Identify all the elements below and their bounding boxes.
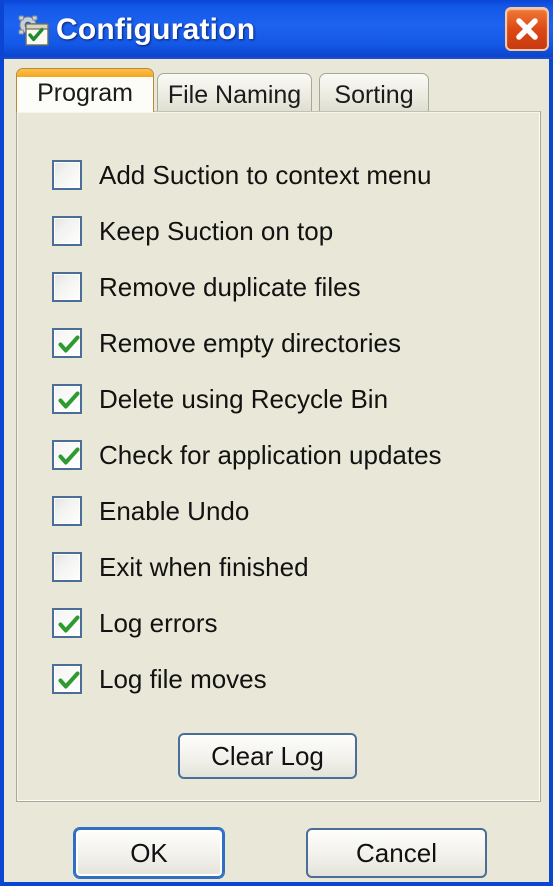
tab-program[interactable]: Program — [16, 68, 154, 112]
checkbox-label: Add Suction to context menu — [99, 159, 432, 190]
checkbox-row[interactable]: Check for application updates — [52, 427, 502, 483]
tab-file-naming-label: File Naming — [167, 81, 302, 109]
checkbox-label: Log file moves — [99, 663, 267, 694]
checkbox-label: Remove empty directories — [99, 327, 401, 358]
program-tab-panel: Add Suction to context menu Keep Suction … — [16, 111, 541, 802]
checkbox-unchecked-icon[interactable] — [52, 160, 82, 190]
checkbox-unchecked-icon[interactable] — [52, 216, 82, 246]
checkbox-label: Enable Undo — [99, 495, 250, 526]
checkbox-checked-icon[interactable] — [52, 384, 82, 414]
options-checkbox-list: Add Suction to context menu Keep Suction … — [52, 147, 502, 707]
checkbox-row[interactable]: Log errors — [52, 595, 502, 651]
checkbox-row[interactable]: Remove empty directories — [52, 315, 502, 371]
cancel-button[interactable]: Cancel — [306, 828, 487, 878]
checkbox-row[interactable]: Keep Suction on top — [52, 203, 502, 259]
ok-button[interactable]: OK — [74, 828, 224, 878]
gear-checklist-icon — [14, 12, 50, 48]
window-title: Configuration — [56, 13, 256, 46]
close-icon — [516, 18, 538, 40]
checkbox-label: Log errors — [99, 607, 218, 638]
checkbox-label: Delete using Recycle Bin — [99, 383, 389, 414]
title-bar: Configuration — [4, 0, 553, 59]
tab-sorting[interactable]: Sorting — [319, 73, 429, 112]
checkbox-label: Exit when finished — [99, 551, 309, 582]
tab-strip: Program File Naming Sorting — [16, 68, 541, 112]
checkbox-row[interactable]: Remove duplicate files — [52, 259, 502, 315]
checkbox-checked-icon[interactable] — [52, 440, 82, 470]
checkbox-row[interactable]: Enable Undo — [52, 483, 502, 539]
checkbox-checked-icon[interactable] — [52, 328, 82, 358]
clear-log-button[interactable]: Clear Log — [178, 733, 357, 779]
configuration-dialog: Configuration Program File Naming Sortin… — [0, 0, 553, 886]
tab-sorting-label: Sorting — [334, 81, 414, 109]
checkbox-row[interactable]: Exit when finished — [52, 539, 502, 595]
checkbox-checked-icon[interactable] — [52, 608, 82, 638]
checkbox-label: Check for application updates — [99, 439, 442, 470]
checkbox-unchecked-icon[interactable] — [52, 272, 82, 302]
checkbox-label: Remove duplicate files — [99, 271, 361, 302]
tab-file-naming[interactable]: File Naming — [157, 73, 312, 112]
checkbox-unchecked-icon[interactable] — [52, 552, 82, 582]
checkbox-row[interactable]: Delete using Recycle Bin — [52, 371, 502, 427]
tab-program-label: Program — [37, 79, 133, 107]
checkbox-unchecked-icon[interactable] — [52, 496, 82, 526]
checkbox-row[interactable]: Log file moves — [52, 651, 502, 707]
checkbox-row[interactable]: Add Suction to context menu — [52, 147, 502, 203]
checkbox-label: Keep Suction on top — [99, 215, 334, 246]
close-button[interactable] — [505, 7, 549, 51]
checkbox-checked-icon[interactable] — [52, 664, 82, 694]
